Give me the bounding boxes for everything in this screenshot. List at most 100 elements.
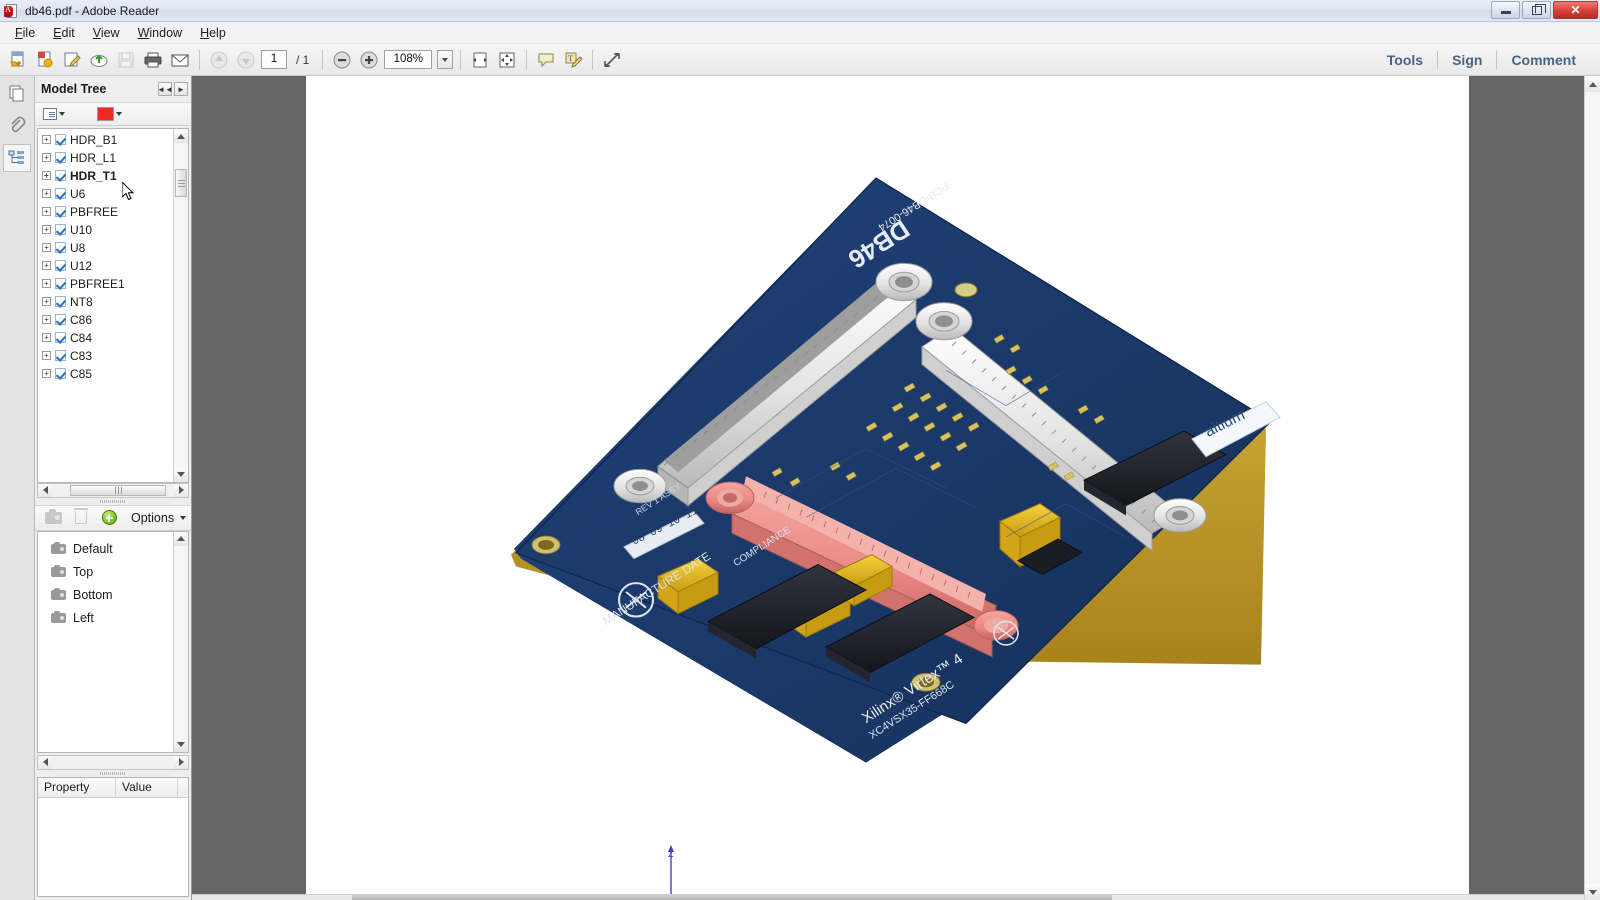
fit-page-button[interactable] — [495, 48, 519, 72]
scrollbar-thumb[interactable] — [352, 895, 1112, 900]
create-pdf-button[interactable] — [33, 48, 57, 72]
comment-button[interactable]: Comment — [1497, 52, 1590, 68]
document-viewport[interactable]: DB46 PCB-DB46-0074 MANUFACTURE DATE COMP… — [192, 76, 1600, 900]
pdf-page[interactable]: DB46 PCB-DB46-0074 MANUFACTURE DATE COMP… — [306, 76, 1469, 900]
visibility-checkbox[interactable] — [55, 332, 66, 343]
model-tree-vertical-scrollbar[interactable] — [173, 129, 188, 482]
delete-view-button[interactable] — [71, 508, 91, 528]
scrollbar-track[interactable] — [174, 545, 188, 738]
visibility-checkbox[interactable] — [55, 368, 66, 379]
visibility-checkbox[interactable] — [55, 350, 66, 361]
upload-cloud-button[interactable] — [87, 48, 111, 72]
scroll-left-button[interactable] — [38, 483, 52, 497]
tree-item-hdr_l1[interactable]: + HDR_L1 — [38, 149, 173, 167]
expand-icon[interactable]: + — [42, 207, 51, 216]
tools-button[interactable]: Tools — [1373, 52, 1437, 68]
collapse-panel-button[interactable]: ◄◄ — [157, 82, 173, 96]
expand-icon[interactable]: + — [42, 333, 51, 342]
scroll-down-button[interactable] — [1585, 884, 1600, 900]
sign-button[interactable]: Sign — [1438, 52, 1496, 68]
views-list[interactable]: Default Top Bottom Left — [38, 532, 173, 752]
view-item-top[interactable]: Top — [38, 561, 173, 584]
menu-window[interactable]: Window — [129, 24, 191, 42]
expand-icon[interactable]: + — [42, 351, 51, 360]
document-vertical-scrollbar[interactable] — [1584, 76, 1600, 900]
scrollbar-thumb[interactable] — [70, 484, 166, 496]
views-options-button[interactable]: Options — [127, 510, 188, 526]
email-button[interactable] — [168, 48, 192, 72]
scrollbar-track[interactable] — [174, 143, 188, 468]
tree-item-c83[interactable]: + C83 — [38, 347, 173, 365]
views-vertical-scrollbar[interactable] — [173, 531, 188, 752]
visibility-checkbox[interactable] — [55, 296, 66, 307]
tree-item-hdr_t1[interactable]: + HDR_T1 — [38, 167, 173, 185]
views-horizontal-scrollbar[interactable] — [37, 754, 189, 770]
scroll-up-button[interactable] — [174, 531, 188, 546]
restore-button[interactable] — [1522, 1, 1551, 19]
visibility-checkbox[interactable] — [55, 260, 66, 271]
visibility-checkbox[interactable] — [55, 188, 66, 199]
tree-item-u10[interactable]: + U10 — [38, 221, 173, 239]
color-swatch-button[interactable] — [95, 106, 124, 122]
page-number-input[interactable]: 1 — [261, 50, 287, 69]
tree-item-u12[interactable]: + U12 — [38, 257, 173, 275]
expand-icon[interactable]: + — [42, 243, 51, 252]
page-thumbnails-icon[interactable] — [3, 80, 31, 108]
tree-item-c86[interactable]: + C86 — [38, 311, 173, 329]
fit-width-button[interactable] — [468, 48, 492, 72]
view-item-default[interactable]: Default — [38, 538, 173, 561]
scroll-right-button[interactable] — [174, 483, 188, 497]
menu-view[interactable]: View — [84, 24, 129, 42]
expand-icon[interactable]: + — [42, 297, 51, 306]
expand-icon[interactable]: + — [42, 261, 51, 270]
add-view-button[interactable] — [99, 508, 119, 528]
tree-item-pbfree1[interactable]: + PBFREE1 — [38, 275, 173, 293]
scrollbar-track[interactable] — [52, 756, 174, 769]
visibility-checkbox[interactable] — [55, 224, 66, 235]
tree-item-nt8[interactable]: + NT8 — [38, 293, 173, 311]
minimize-button[interactable] — [1491, 1, 1520, 19]
capture-view-button[interactable] — [43, 508, 63, 528]
open-file-button[interactable] — [6, 48, 30, 72]
panel-splitter-bottom[interactable] — [35, 769, 191, 777]
expand-icon[interactable]: + — [42, 279, 51, 288]
model-tree-list[interactable]: + HDR_B1 + HDR_L1 + HDR_T1 + U6 + PBFREE + U10 + U8 + U… — [38, 129, 173, 482]
expand-icon[interactable]: + — [42, 135, 51, 144]
sticky-note-button[interactable] — [534, 48, 558, 72]
zoom-level-input[interactable]: 108% — [384, 50, 433, 69]
expand-icon[interactable]: + — [42, 189, 51, 198]
expand-icon[interactable]: + — [42, 225, 51, 234]
scrollbar-track[interactable] — [1585, 92, 1600, 884]
previous-page-button[interactable] — [207, 48, 231, 72]
text-comment-button[interactable]: T — [561, 48, 585, 72]
view-item-bottom[interactable]: Bottom — [38, 584, 173, 607]
scroll-right-button[interactable] — [174, 755, 188, 769]
zoom-in-button[interactable] — [357, 48, 381, 72]
tree-options-button[interactable] — [41, 107, 67, 121]
scrollbar-track[interactable] — [52, 484, 174, 497]
expand-icon[interactable]: + — [42, 315, 51, 324]
zoom-dropdown-button[interactable] — [437, 50, 454, 69]
expand-icon[interactable]: + — [42, 153, 51, 162]
edit-pdf-button[interactable] — [60, 48, 84, 72]
visibility-checkbox[interactable] — [55, 278, 66, 289]
menu-help[interactable]: Help — [191, 24, 235, 42]
expand-icon[interactable]: + — [42, 171, 51, 180]
tree-item-c84[interactable]: + C84 — [38, 329, 173, 347]
view-item-left[interactable]: Left — [38, 607, 173, 630]
attachments-icon[interactable] — [3, 112, 31, 140]
tree-item-hdr_b1[interactable]: + HDR_B1 — [38, 131, 173, 149]
menu-edit[interactable]: Edit — [44, 24, 84, 42]
visibility-checkbox[interactable] — [55, 134, 66, 145]
next-page-button[interactable] — [234, 48, 258, 72]
scroll-up-button[interactable] — [1585, 76, 1600, 92]
visibility-checkbox[interactable] — [55, 206, 66, 217]
expand-icon[interactable]: + — [42, 369, 51, 378]
tree-item-u8[interactable]: + U8 — [38, 239, 173, 257]
tree-item-c85[interactable]: + C85 — [38, 365, 173, 383]
expand-panel-button[interactable]: ► — [174, 82, 188, 96]
pcb-3d-model[interactable]: DB46 PCB-DB46-0074 MANUFACTURE DATE COMP… — [306, 76, 1469, 900]
save-button[interactable] — [114, 48, 138, 72]
visibility-checkbox[interactable] — [55, 170, 66, 181]
print-button[interactable] — [141, 48, 165, 72]
